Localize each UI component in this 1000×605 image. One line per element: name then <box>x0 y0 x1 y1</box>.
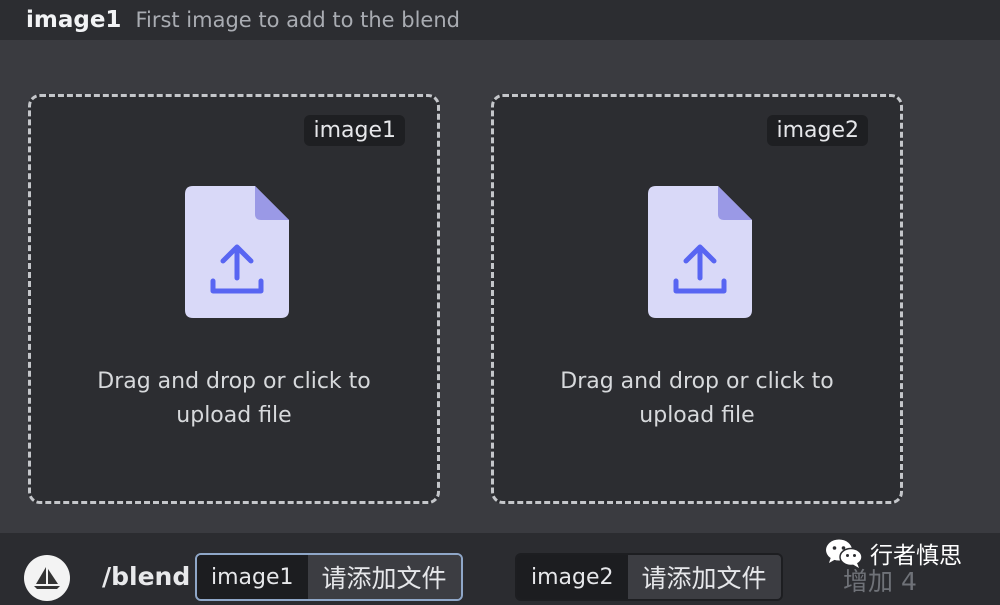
dropzone-instructions-line: Drag and drop or click to <box>560 369 834 394</box>
upload-file-icon <box>648 186 752 318</box>
watermark-text: 行者慎思 <box>870 543 962 569</box>
command-input-bar: /blend image1 请添加文件 image2 请添加文件 增加 4 行者… <box>0 533 1000 605</box>
dropzone-instructions-line: Drag and drop or click to <box>97 369 371 394</box>
option-chip-value: 请添加文件 <box>307 555 461 599</box>
slash-command: /blend <box>102 562 191 591</box>
dropzone-instructions-line: upload file <box>176 403 292 428</box>
upload-file-icon <box>185 186 289 318</box>
option-chip-name: image1 <box>197 555 308 599</box>
dropzone-image1[interactable]: image1 Drag and drop or click to upload … <box>28 94 440 504</box>
option-chip-name: image2 <box>517 555 628 599</box>
option-description: First image to add to the blend <box>135 8 460 32</box>
option-chip-value: 请添加文件 <box>627 555 781 599</box>
bot-avatar <box>24 555 70 601</box>
upload-panel: image1 Drag and drop or click to upload … <box>0 56 1000 533</box>
option-name: image1 <box>26 7 122 33</box>
watermark: 行者慎思 <box>824 536 962 570</box>
option-chip-image2[interactable]: image2 请添加文件 <box>515 553 783 601</box>
wechat-icon <box>826 539 863 568</box>
option-chip-image1[interactable]: image1 请添加文件 <box>195 553 463 601</box>
dropzone-image2[interactable]: image2 Drag and drop or click to upload … <box>491 94 903 504</box>
option-hint-bar: image1 First image to add to the blend <box>0 0 1000 40</box>
dropzone-badge: image2 <box>767 115 868 146</box>
dropzone-instructions: Drag and drop or click to upload file <box>31 365 437 433</box>
dropzone-badge: image1 <box>304 115 405 146</box>
dropzone-instructions: Drag and drop or click to upload file <box>494 365 900 433</box>
dropzone-instructions-line: upload file <box>639 403 755 428</box>
sailboat-icon <box>34 567 60 589</box>
